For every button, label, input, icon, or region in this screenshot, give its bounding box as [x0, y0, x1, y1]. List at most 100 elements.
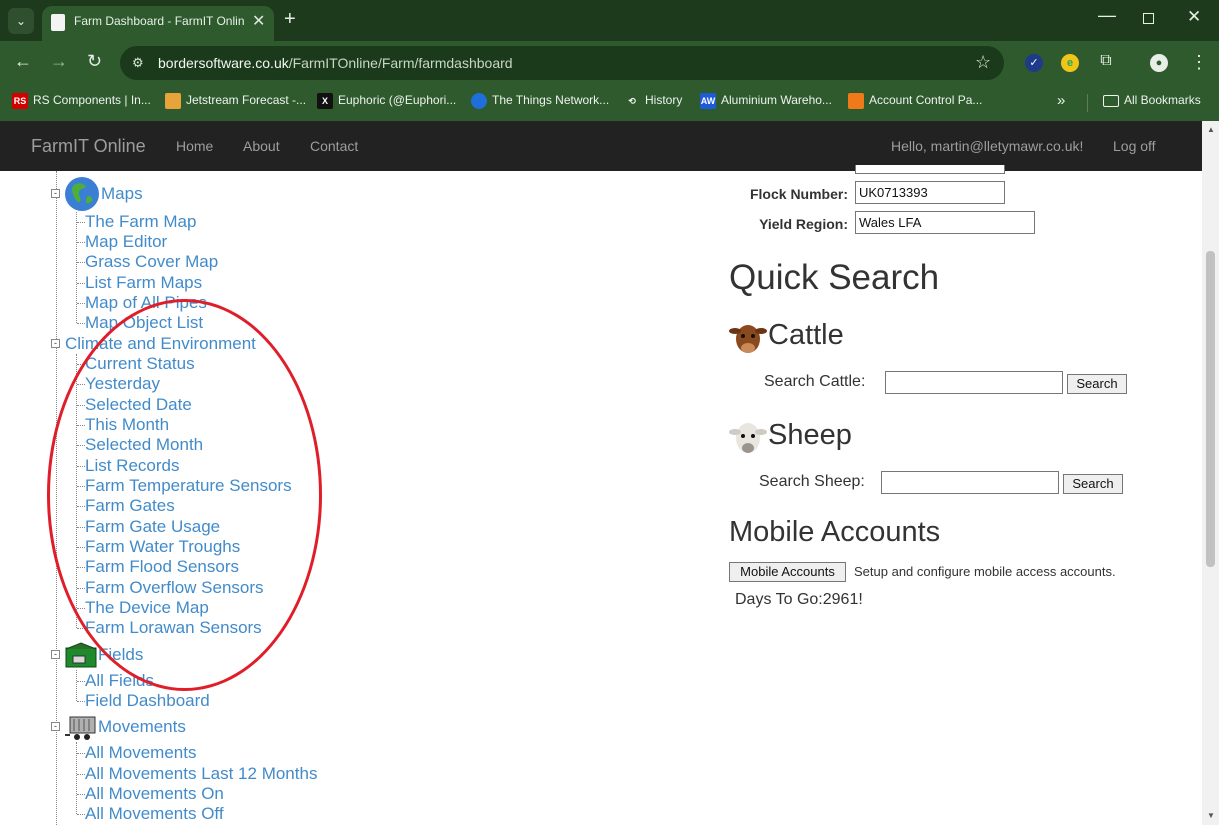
- bookmark-history[interactable]: ⟲ History: [624, 93, 682, 109]
- maximize-icon[interactable]: [1143, 13, 1154, 24]
- extensions-puzzle-icon[interactable]: ⧉: [1097, 52, 1115, 70]
- tree-category-fields[interactable]: Fields: [98, 645, 143, 665]
- new-tab-button[interactable]: +: [284, 8, 296, 31]
- tree-item-grass-cover-map[interactable]: Grass Cover Map: [85, 252, 218, 272]
- tree-item-current-status[interactable]: Current Status: [85, 354, 195, 374]
- climate-collapse-toggle[interactable]: -: [51, 339, 60, 348]
- profile-icon[interactable]: ●: [1150, 54, 1168, 72]
- user-greeting[interactable]: Hello, martin@lletymawr.co.uk!: [891, 138, 1083, 154]
- tree-item-all-movements-on[interactable]: All Movements On: [85, 784, 224, 804]
- search-cattle-button[interactable]: Search: [1067, 374, 1127, 394]
- bookmark-things-network[interactable]: The Things Network...: [471, 93, 609, 109]
- tree-item-this-month[interactable]: This Month: [85, 415, 169, 435]
- close-window-icon[interactable]: ✕: [1187, 7, 1201, 27]
- tree-item-map-object-list[interactable]: Map Object List: [85, 313, 203, 333]
- tree-connector: [77, 814, 85, 815]
- nav-contact[interactable]: Contact: [310, 138, 358, 154]
- scroll-up-icon[interactable]: ▲: [1207, 125, 1215, 134]
- tree-item-farm-lorawan-sensors[interactable]: Farm Lorawan Sensors: [85, 618, 262, 638]
- tree-branch-line: [76, 670, 77, 701]
- tree-item-the-device-map[interactable]: The Device Map: [85, 598, 209, 618]
- tree-item-the-farm-map[interactable]: The Farm Map: [85, 212, 196, 232]
- tree-connector: [77, 262, 85, 263]
- tree-category-climate[interactable]: Climate and Environment: [65, 334, 256, 354]
- tree-connector: [77, 445, 85, 446]
- tree-branch-line: [76, 212, 77, 323]
- tab-search-button[interactable]: ⌄: [8, 8, 34, 34]
- globe-icon: [64, 176, 100, 212]
- back-arrow-icon[interactable]: ←: [14, 51, 32, 72]
- bookmark-jetstream[interactable]: Jetstream Forecast -...: [165, 93, 306, 109]
- site-brand[interactable]: FarmIT Online: [31, 136, 146, 157]
- tree-item-yesterday[interactable]: Yesterday: [85, 374, 160, 394]
- tree-item-selected-month[interactable]: Selected Month: [85, 435, 203, 455]
- mobile-accounts-description: Setup and configure mobile access accoun…: [854, 564, 1116, 579]
- nav-about[interactable]: About: [243, 138, 280, 154]
- fields-collapse-toggle[interactable]: -: [51, 650, 60, 659]
- sheep-icon: [729, 418, 767, 456]
- search-cattle-input[interactable]: [885, 371, 1063, 394]
- nav-home[interactable]: Home: [176, 138, 213, 154]
- tree-connector: [77, 527, 85, 528]
- bookmark-account-control[interactable]: Account Control Pa...: [848, 93, 982, 109]
- tree-category-maps[interactable]: Maps: [101, 184, 143, 204]
- tree-connector: [77, 753, 85, 754]
- tree-category-movements[interactable]: Movements: [98, 717, 186, 737]
- site-info-icon[interactable]: ⚙: [132, 55, 148, 71]
- tree-item-map-of-all-pipes[interactable]: Map of All Pipes: [85, 293, 207, 313]
- address-bar[interactable]: ⚙ bordersoftware.co.uk/FarmITOnline/Farm…: [120, 46, 1004, 80]
- forward-arrow-icon[interactable]: →: [50, 51, 68, 72]
- scroll-thumb[interactable]: [1206, 251, 1215, 567]
- extension-check-icon[interactable]: ✓: [1025, 54, 1043, 72]
- tree-item-farm-gates[interactable]: Farm Gates: [85, 496, 175, 516]
- tree-item-all-movements-off[interactable]: All Movements Off: [85, 804, 224, 824]
- yield-region-field[interactable]: Wales LFA: [855, 211, 1035, 234]
- movements-collapse-toggle[interactable]: -: [51, 722, 60, 731]
- flock-number-field[interactable]: UK0713393: [855, 181, 1005, 204]
- tree-item-field-dashboard[interactable]: Field Dashboard: [85, 691, 210, 711]
- history-icon: ⟲: [628, 96, 636, 106]
- url-text[interactable]: bordersoftware.co.uk/FarmITOnline/Farm/f…: [158, 55, 513, 71]
- more-bookmarks-icon[interactable]: »: [1057, 92, 1065, 109]
- tree-connector: [77, 242, 85, 243]
- browser-tab[interactable]: Farm Dashboard - FarmIT Online ✕: [42, 6, 274, 41]
- search-cattle-label: Search Cattle:: [764, 373, 866, 390]
- tree-item-list-records[interactable]: List Records: [85, 456, 179, 476]
- reload-icon[interactable]: ↻: [87, 51, 102, 72]
- tree-connector: [77, 364, 85, 365]
- scroll-down-icon[interactable]: ▼: [1207, 811, 1215, 820]
- all-bookmarks[interactable]: All Bookmarks: [1103, 93, 1201, 107]
- cattle-icon: [729, 318, 767, 356]
- account-control-icon: [848, 93, 864, 109]
- bookmark-rs-components[interactable]: RS RS Components | In...: [12, 93, 151, 109]
- tree-item-all-fields[interactable]: All Fields: [85, 671, 154, 691]
- tree-item-list-farm-maps[interactable]: List Farm Maps: [85, 273, 202, 293]
- extension-e-icon[interactable]: e: [1061, 54, 1079, 72]
- search-sheep-button[interactable]: Search: [1063, 474, 1123, 494]
- minimize-icon[interactable]: —: [1098, 5, 1116, 26]
- bookmark-aluminium-warehouse[interactable]: AW Aluminium Wareho...: [700, 93, 832, 109]
- tree-connector: [77, 303, 85, 304]
- truncated-field[interactable]: [855, 165, 1005, 174]
- tree-connector: [77, 567, 85, 568]
- tree-item-farm-flood-sensors[interactable]: Farm Flood Sensors: [85, 557, 239, 577]
- tree-connector: [77, 405, 85, 406]
- page-scrollbar[interactable]: ▲ ▼: [1202, 121, 1219, 825]
- tree-item-farm-temperature-sensors[interactable]: Farm Temperature Sensors: [85, 476, 292, 496]
- tree-item-farm-gate-usage[interactable]: Farm Gate Usage: [85, 517, 220, 537]
- close-tab-icon[interactable]: ✕: [252, 11, 265, 31]
- mobile-accounts-button[interactable]: Mobile Accounts: [729, 562, 846, 582]
- tree-item-all-movements[interactable]: All Movements: [85, 743, 196, 763]
- browser-menu-icon[interactable]: ⋮: [1190, 52, 1208, 73]
- bookmark-star-icon[interactable]: ☆: [975, 52, 991, 73]
- bookmark-euphoric[interactable]: X Euphoric (@Euphori...: [317, 93, 456, 109]
- tree-connector: [77, 701, 85, 702]
- tree-item-farm-water-troughs[interactable]: Farm Water Troughs: [85, 537, 240, 557]
- search-sheep-input[interactable]: [881, 471, 1059, 494]
- tree-item-all-movements-last-12-months[interactable]: All Movements Last 12 Months: [85, 764, 317, 784]
- tree-item-selected-date[interactable]: Selected Date: [85, 395, 192, 415]
- logoff-link[interactable]: Log off: [1113, 138, 1156, 154]
- tree-item-map-editor[interactable]: Map Editor: [85, 232, 167, 252]
- maps-collapse-toggle[interactable]: -: [51, 189, 60, 198]
- tree-item-farm-overflow-sensors[interactable]: Farm Overflow Sensors: [85, 578, 264, 598]
